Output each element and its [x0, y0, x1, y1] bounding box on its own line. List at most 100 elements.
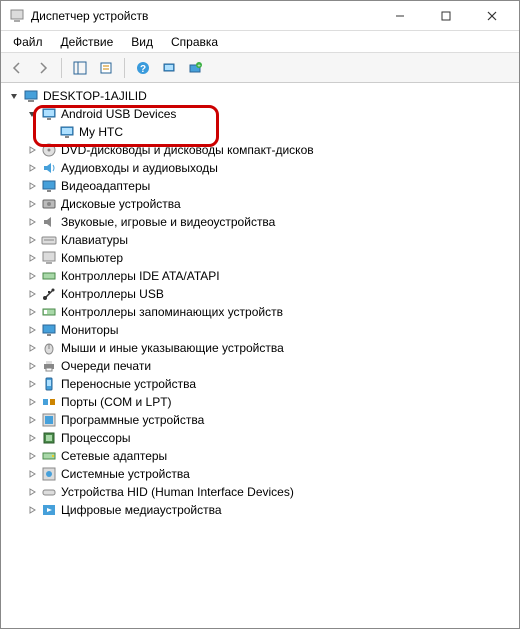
tool-show-hide-tree[interactable] [68, 56, 92, 80]
tree-category-label: Программные устройства [61, 411, 204, 429]
tree-category[interactable]: Устройства HID (Human Interface Devices) [3, 483, 517, 501]
tree-device-my-htc[interactable]: My HTC [3, 123, 517, 141]
tree-category[interactable]: Контроллеры запоминающих устройств [3, 303, 517, 321]
menu-action[interactable]: Действие [53, 33, 122, 51]
tree-category-label: Android USB Devices [61, 105, 176, 123]
menu-help[interactable]: Справка [163, 33, 226, 51]
app-icon [9, 8, 25, 24]
monitor-icon [41, 106, 57, 122]
chevron-right-icon[interactable] [25, 359, 39, 373]
tree-category[interactable]: Сетевые адаптеры [3, 447, 517, 465]
menubar: Файл Действие Вид Справка [1, 31, 519, 53]
close-button[interactable] [469, 1, 515, 31]
device-tree[interactable]: DESKTOP-1AJILIDAndroid USB DevicesMy HTC… [1, 83, 519, 628]
maximize-button[interactable] [423, 1, 469, 31]
chevron-down-icon[interactable] [7, 89, 21, 103]
chevron-right-icon[interactable] [25, 197, 39, 211]
disc-icon [41, 142, 57, 158]
toolbar-separator [61, 58, 62, 78]
tree-category[interactable]: Контроллеры IDE ATA/ATAPI [3, 267, 517, 285]
chevron-right-icon[interactable] [25, 161, 39, 175]
tree-category-label: Устройства HID (Human Interface Devices) [61, 483, 294, 501]
chevron-right-icon[interactable] [25, 269, 39, 283]
tree-category-label: Контроллеры IDE ATA/ATAPI [61, 267, 220, 285]
chevron-right-icon[interactable] [25, 467, 39, 481]
chevron-right-icon[interactable] [25, 503, 39, 517]
chevron-right-icon[interactable] [25, 395, 39, 409]
tree-category-label: Очереди печати [61, 357, 151, 375]
chevron-right-icon[interactable] [25, 377, 39, 391]
tree-category[interactable]: Звуковые, игровые и видеоустройства [3, 213, 517, 231]
minimize-button[interactable] [377, 1, 423, 31]
tree-category-label: Цифровые медиаустройства [61, 501, 222, 519]
tree-root-label: DESKTOP-1AJILID [43, 87, 147, 105]
computer-icon [41, 250, 57, 266]
tree-category[interactable]: Аудиовходы и аудиовыходы [3, 159, 517, 177]
ide-icon [41, 268, 57, 284]
tree-category[interactable]: Мыши и иные указывающие устройства [3, 339, 517, 357]
monitor-icon [41, 322, 57, 338]
tree-category-android-usb[interactable]: Android USB Devices [3, 105, 517, 123]
minimize-icon [395, 11, 405, 21]
tree-category[interactable]: DVD-дисководы и дисководы компакт-дисков [3, 141, 517, 159]
chevron-right-icon[interactable] [25, 323, 39, 337]
chevron-right-icon[interactable] [25, 449, 39, 463]
device-manager-window: Диспетчер устройств Файл Действие Вид Сп… [0, 0, 520, 629]
chevron-right-icon[interactable] [25, 413, 39, 427]
chevron-right-icon[interactable] [25, 251, 39, 265]
tool-back[interactable] [5, 56, 29, 80]
display-icon [41, 178, 57, 194]
tool-properties[interactable] [94, 56, 118, 80]
hid-icon [41, 484, 57, 500]
chevron-right-icon[interactable] [25, 215, 39, 229]
arrow-right-icon [36, 61, 50, 75]
menu-view[interactable]: Вид [123, 33, 161, 51]
software-icon [41, 412, 57, 428]
tool-help[interactable]: ? [131, 56, 155, 80]
add-hardware-icon: + [188, 61, 202, 75]
system-icon [41, 466, 57, 482]
tool-forward[interactable] [31, 56, 55, 80]
tree-category-label: Мыши и иные указывающие устройства [61, 339, 284, 357]
tree-category[interactable]: Очереди печати [3, 357, 517, 375]
tree-category[interactable]: Программные устройства [3, 411, 517, 429]
chevron-right-icon[interactable] [25, 143, 39, 157]
chevron-right-icon[interactable] [25, 431, 39, 445]
network-icon [41, 448, 57, 464]
tree-category[interactable]: Дисковые устройства [3, 195, 517, 213]
tree-category[interactable]: Системные устройства [3, 465, 517, 483]
tree-category-label: Порты (COM и LPT) [61, 393, 172, 411]
disk-icon [41, 196, 57, 212]
tree-category[interactable]: Переносные устройства [3, 375, 517, 393]
tree-category[interactable]: Цифровые медиаустройства [3, 501, 517, 519]
tree-category[interactable]: Клавиатуры [3, 231, 517, 249]
tree-category[interactable]: Контроллеры USB [3, 285, 517, 303]
tree-category-label: Видеоадаптеры [61, 177, 150, 195]
tree-icon [73, 61, 87, 75]
chevron-right-icon[interactable] [25, 233, 39, 247]
toolbar-separator [124, 58, 125, 78]
menu-file[interactable]: Файл [5, 33, 51, 51]
tree-category[interactable]: Видеоадаптеры [3, 177, 517, 195]
arrow-left-icon [10, 61, 24, 75]
tree-category[interactable]: Компьютер [3, 249, 517, 267]
tree-category[interactable]: Процессоры [3, 429, 517, 447]
usb-icon [41, 286, 57, 302]
chevron-right-icon[interactable] [25, 485, 39, 499]
chevron-right-icon[interactable] [25, 341, 39, 355]
maximize-icon [441, 11, 451, 21]
titlebar: Диспетчер устройств [1, 1, 519, 31]
printer-icon [41, 358, 57, 374]
chevron-down-icon[interactable] [25, 107, 39, 121]
chevron-right-icon[interactable] [25, 287, 39, 301]
tree-category[interactable]: Порты (COM и LPT) [3, 393, 517, 411]
tree-device-label: My HTC [79, 123, 123, 141]
scan-icon [162, 61, 176, 75]
chevron-right-icon[interactable] [25, 305, 39, 319]
tree-root[interactable]: DESKTOP-1AJILID [3, 87, 517, 105]
tool-add-legacy[interactable]: + [183, 56, 207, 80]
tree-category-label: Контроллеры USB [61, 285, 164, 303]
chevron-right-icon[interactable] [25, 179, 39, 193]
tree-category[interactable]: Мониторы [3, 321, 517, 339]
tool-scan[interactable] [157, 56, 181, 80]
